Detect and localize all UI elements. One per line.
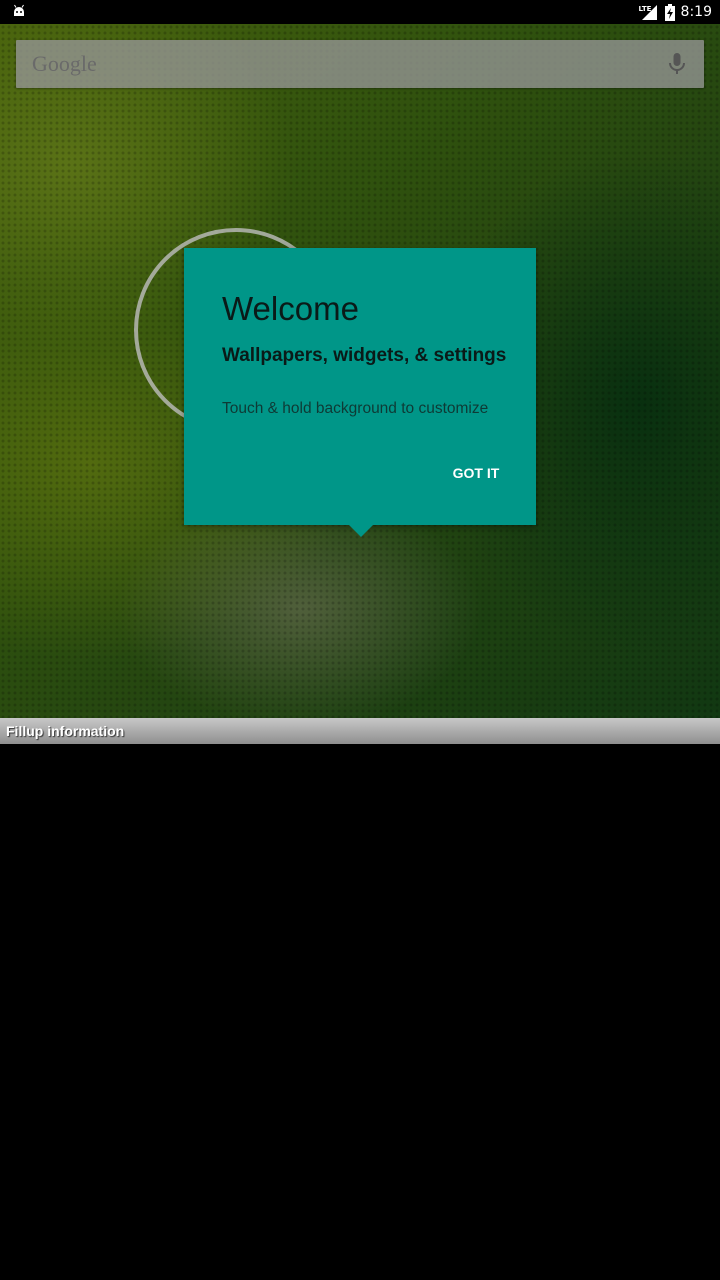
status-time: 8:19 [680, 4, 712, 20]
fillup-info-bar: Fillup information [0, 718, 720, 744]
android-debug-icon [12, 3, 26, 19]
battery-charging-icon [664, 3, 675, 21]
google-search-bar[interactable]: Google [16, 40, 704, 88]
cling-subtitle: Wallpapers, widgets, & settings [222, 345, 507, 366]
welcome-cling: Welcome Wallpapers, widgets, & settings … [184, 248, 536, 525]
status-icons: LTE 8:19 [639, 0, 712, 24]
google-logo: Google [32, 51, 97, 76]
screen: LTE 8:19 Google Welcome Wallpapers, widg… [0, 0, 720, 1280]
status-bar: LTE 8:19 [0, 0, 720, 24]
got-it-button[interactable]: GOT IT [446, 460, 506, 486]
cling-title: Welcome [222, 290, 359, 327]
mic-icon[interactable] [668, 52, 686, 76]
fillup-info-label: Fillup information [6, 723, 125, 739]
cling-body-text: Touch & hold background to customize [222, 400, 489, 417]
empty-area [0, 744, 720, 1280]
signal-icon: LTE [639, 3, 659, 21]
cling-pointer-arrow [348, 524, 374, 537]
